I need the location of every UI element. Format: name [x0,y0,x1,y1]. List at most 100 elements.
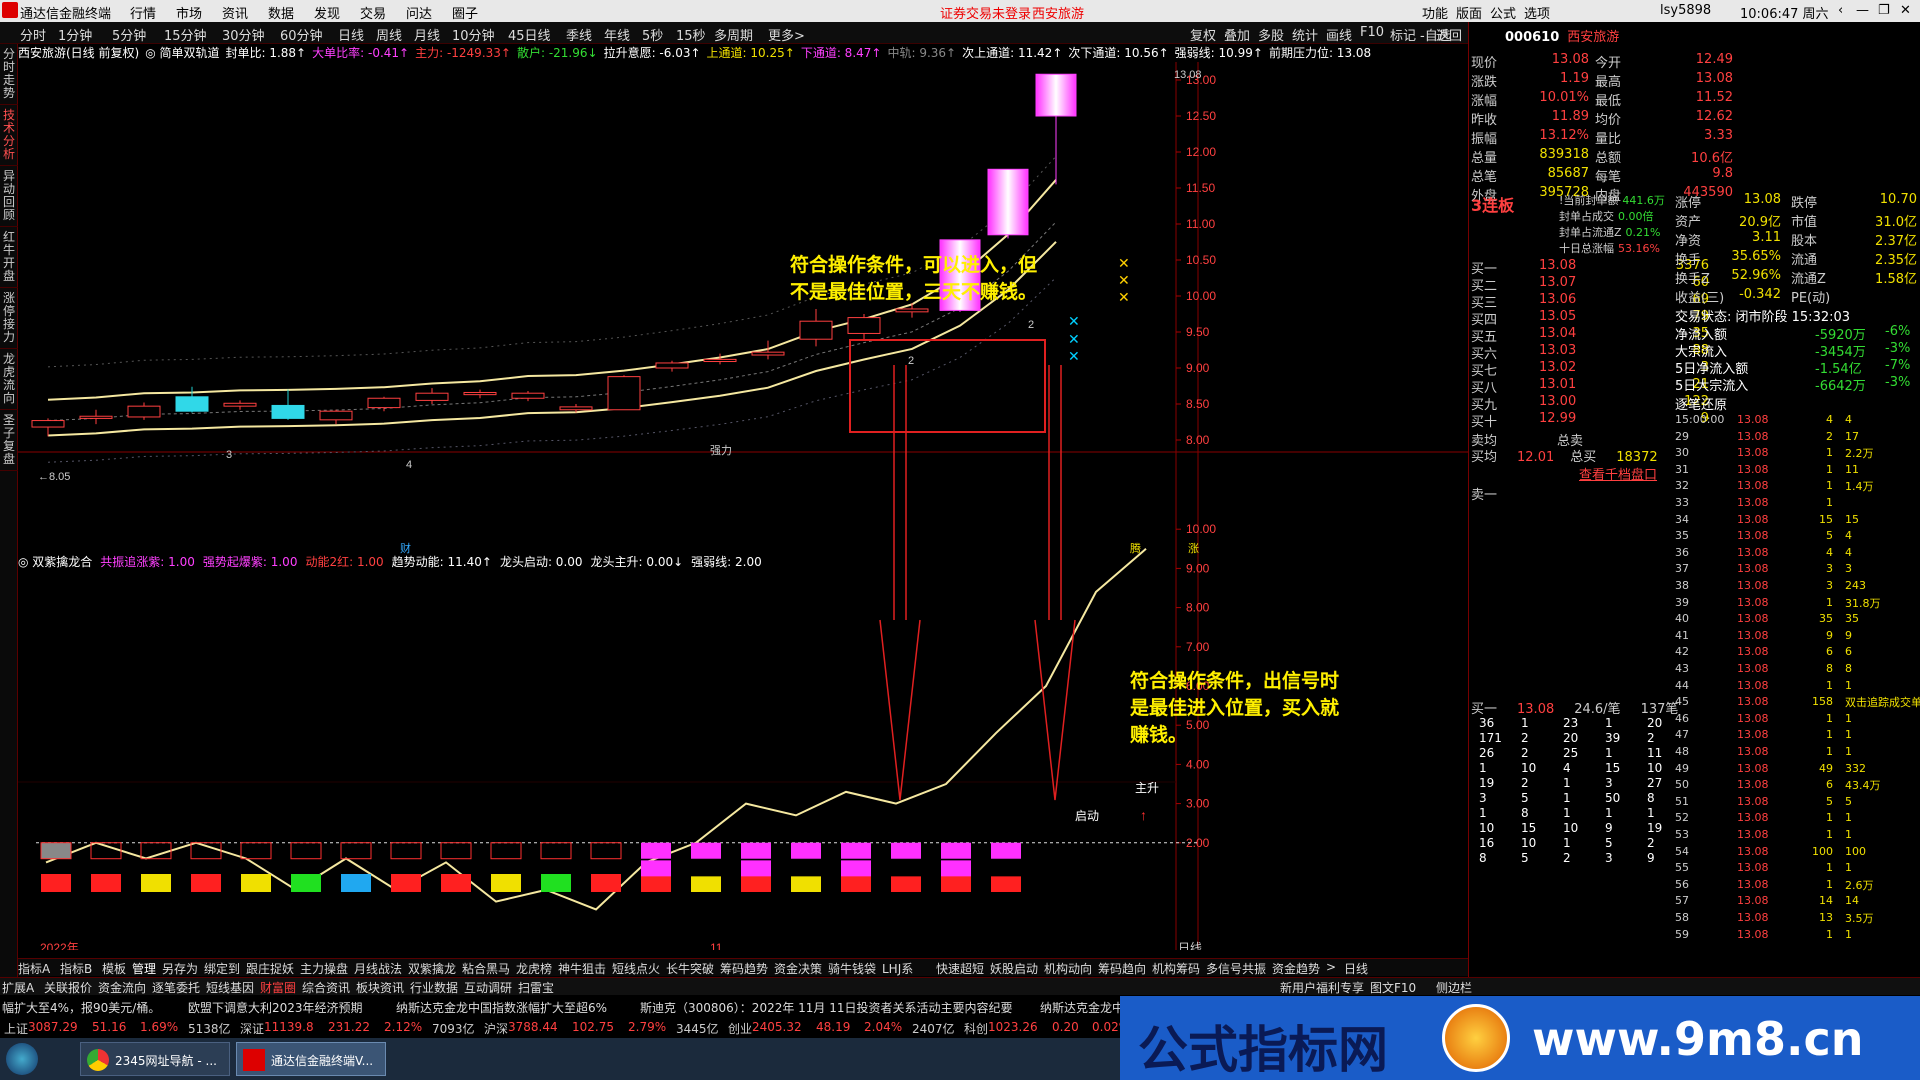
indicator-tab[interactable]: 资金趋势 [1272,960,1320,977]
indicator-tab[interactable]: 双紫擒龙 [408,960,456,977]
index-name[interactable]: 沪深 [484,1020,508,1037]
taskbar-item-tdx[interactable]: 通达信金融终端V... [236,1042,386,1076]
indicator-tab[interactable]: 快速超短 [936,960,984,977]
signal-bar[interactable] [691,842,721,892]
indicator-tab[interactable]: 筹码趋势 [720,960,768,977]
indicator-tab[interactable]: 跟庄捉妖 [246,960,294,977]
ext-tab[interactable]: 逐笔委托 [152,979,200,996]
signal-bar[interactable] [891,842,921,892]
toolbar-button[interactable]: 叠加 [1224,25,1250,44]
index-name[interactable]: 科创 [964,1020,988,1037]
indicator-tab[interactable]: 指标B [60,960,92,977]
period-tab[interactable]: 30分钟 [222,25,265,44]
candle[interactable] [127,405,161,418]
user-name[interactable]: lsy5898 [1660,3,1711,18]
candle[interactable] [751,351,785,356]
toolbar-button[interactable]: 画线 [1326,25,1352,44]
signal-bar[interactable] [741,842,771,892]
period-tab[interactable]: 分时 [20,25,46,44]
menu-item[interactable]: 公式 [1490,3,1516,22]
signal-bar[interactable] [991,842,1021,892]
ticker-item[interactable]: 幅扩大至4%，报90美元/桶。 [2,999,160,1016]
period-tab[interactable]: 1分钟 [58,25,92,44]
ext-tab[interactable]: 侧边栏 [1436,979,1472,996]
ext-tab[interactable]: 行业数据 [410,979,458,996]
period-tab[interactable]: 45日线 [508,25,551,44]
period-tab[interactable]: 年线 [604,25,630,44]
candle[interactable] [655,362,689,369]
login-notice[interactable]: 证券交易未登录 [940,3,1031,22]
candle[interactable] [175,396,209,412]
index-name[interactable]: 创业 [728,1020,752,1037]
minimize-icon[interactable]: — [1856,3,1869,18]
indicator-tab[interactable]: 管理 [132,960,156,977]
period-tab[interactable]: 15分钟 [164,25,207,44]
side-tab[interactable]: 圣子复盘 [0,410,18,471]
indicator-tab[interactable]: 筹码趋向 [1098,960,1146,977]
period-tab[interactable]: 周线 [376,25,402,44]
close-icon[interactable]: ✕ [1900,3,1911,18]
period-tab[interactable]: 5分钟 [112,25,146,44]
candle[interactable] [895,308,929,313]
signal-bar[interactable] [841,842,871,892]
candle[interactable] [463,391,497,396]
menu-item[interactable]: 版面 [1456,3,1482,22]
index-name[interactable]: 上证 [4,1020,28,1037]
ext-tab[interactable]: 财富圈 [260,979,296,996]
side-tab[interactable]: 异动回顾 [0,166,18,227]
candle[interactable] [607,376,641,411]
menu-item[interactable]: 数据 [268,3,294,22]
indicator-tab[interactable]: 多信号共振 [1206,960,1266,977]
indicator-tab[interactable]: > [1326,960,1336,974]
candle[interactable] [319,410,353,421]
toolbar-button[interactable]: 统计 [1292,25,1318,44]
candle[interactable] [847,317,881,334]
toolbar-button[interactable]: 复权 [1190,25,1216,44]
period-tab[interactable]: 10分钟 [452,25,495,44]
signal-bar[interactable] [941,842,971,892]
candle[interactable] [511,392,545,399]
indicator-tab[interactable]: 模板 [102,960,126,977]
candle[interactable] [415,392,449,401]
signal-bar[interactable] [641,842,671,892]
period-tab[interactable]: 15秒 [676,25,706,44]
period-tab[interactable]: 季线 [566,25,592,44]
indicator-tab[interactable]: 机构动向 [1044,960,1092,977]
candle[interactable] [703,358,737,363]
toolbar-button[interactable]: 返回 [1436,25,1462,44]
toolbar-button[interactable]: 标记 [1390,25,1416,44]
side-tab[interactable]: 涨停接力 [0,288,18,349]
candle[interactable] [987,168,1029,236]
indicator-tab[interactable]: 龙虎榜 [516,960,552,977]
candle[interactable] [559,406,593,411]
maximize-icon[interactable]: ❐ [1878,3,1890,18]
menu-item[interactable]: 问达 [406,3,432,22]
ext-tab[interactable]: 互动调研 [464,979,512,996]
menu-item[interactable]: 资讯 [222,3,248,22]
period-tab[interactable]: 60分钟 [280,25,323,44]
candle[interactable] [223,402,257,407]
ext-tab[interactable]: 扫雷宝 [518,979,554,996]
ext-tab[interactable]: 关联报价 [44,979,92,996]
candle[interactable] [1035,73,1077,117]
ext-tab[interactable]: 扩展A [2,979,34,996]
candle[interactable] [799,320,833,340]
signal-bar[interactable] [791,842,821,892]
indicator-tab[interactable]: 日线 [1344,960,1368,977]
candle[interactable] [79,415,113,419]
start-button-icon[interactable] [6,1043,38,1075]
indicator-tab[interactable]: 神牛狙击 [558,960,606,977]
ext-tab[interactable]: 综合资讯 [302,979,350,996]
ticker-item[interactable]: 斯迪克（300806）：2022年 11月 11日投资者关系活动主要内容纪要 [640,999,1013,1016]
indicator-tab[interactable]: 短线点火 [612,960,660,977]
menu-item[interactable]: 选项 [1524,3,1550,22]
indicator-tab[interactable]: LHJ系 [882,960,913,977]
period-tab[interactable]: 月线 [414,25,440,44]
indicator-tab[interactable]: 机构筹码 [1152,960,1200,977]
stock-link[interactable]: 西安旅游 [1032,3,1084,22]
menu-item[interactable]: 市场 [176,3,202,22]
period-tab[interactable]: 5秒 [642,25,663,44]
candle[interactable] [271,404,305,419]
candle[interactable] [367,397,401,409]
toolbar-button[interactable]: F10 [1360,25,1384,40]
